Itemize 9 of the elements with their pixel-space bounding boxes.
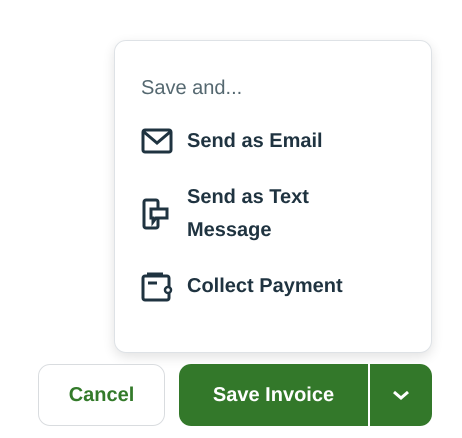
menu-item[interactable]: Send as Text Message <box>141 181 361 247</box>
caret-icon <box>392 389 410 401</box>
menu-item[interactable]: Collect Payment <box>141 270 361 303</box>
cancel-button[interactable]: Cancel <box>38 364 165 426</box>
wallet-icon <box>141 270 173 302</box>
menu-header: Save and... <box>141 76 244 101</box>
save-invoice-button[interactable]: Save Invoice <box>179 364 368 426</box>
menu-item[interactable]: Send as Email <box>141 125 361 158</box>
dropdown-toggle-button[interactable] <box>368 364 432 426</box>
